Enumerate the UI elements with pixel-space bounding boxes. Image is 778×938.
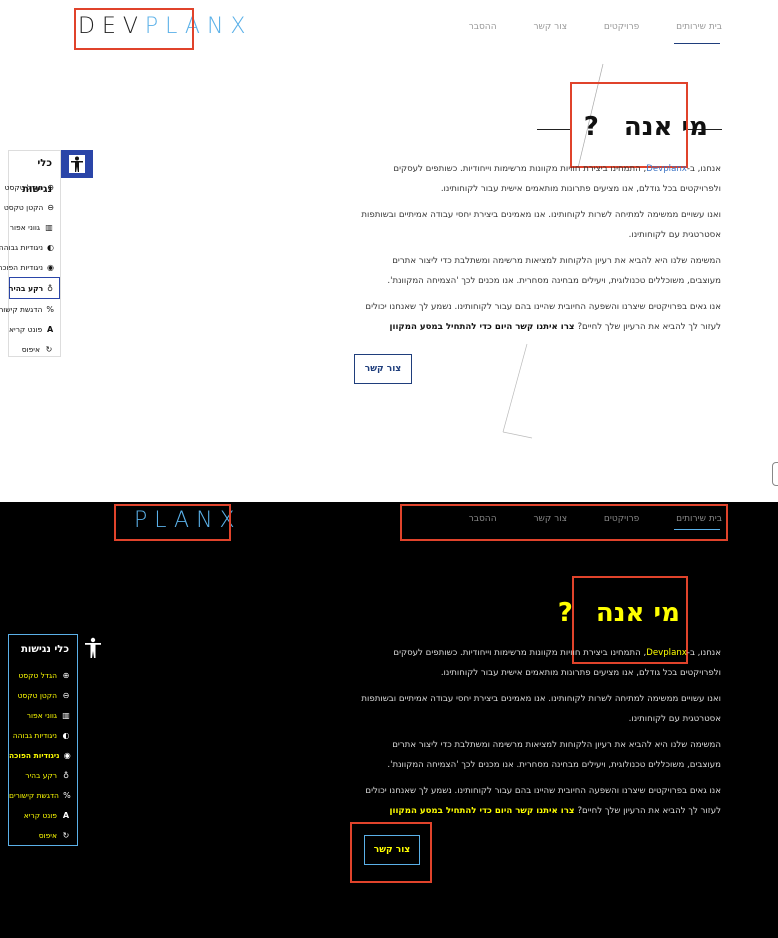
contrast-icon: ◐ <box>62 730 70 740</box>
a11y-light-background[interactable]: ♁ רקע בהיר <box>9 765 77 785</box>
about-paragraph-4: אנו גאים בפרויקטים שיצרנו והשפעה החיובית… <box>365 786 721 816</box>
a11y-grayscale[interactable]: ▥ גווני אפור <box>9 705 77 725</box>
bulb-icon: ♁ <box>63 770 69 780</box>
bulb-icon: ♁ <box>47 283 53 293</box>
scroll-to-top-button[interactable] <box>772 462 778 486</box>
annotation-box <box>350 822 432 883</box>
accessibility-icon <box>85 637 101 658</box>
link-icon: % <box>63 790 71 800</box>
about-paragraph-1: אנחנו, ב-Devplanx, התמחינו ביצירת חוויות… <box>393 164 721 194</box>
brand-link[interactable]: Devplanx <box>646 648 687 658</box>
reset-icon: ↻ <box>45 344 53 354</box>
a11y-highlight-links[interactable]: %הדגשת קישורים <box>9 785 77 805</box>
zoom-out-icon: ⊖ <box>47 202 54 212</box>
annotation-box <box>114 504 231 541</box>
zoom-in-icon: ⊕ <box>62 670 70 680</box>
a11y-decrease-text[interactable]: ⊖ הקטן טקסט <box>9 685 77 705</box>
a11y-reset[interactable]: ↻ איפוס <box>9 825 77 845</box>
about-paragraph-3: המשימה שלנו היא להביא את רעיון הלקוחות ל… <box>387 256 721 286</box>
grayscale-icon: ▥ <box>62 710 70 720</box>
a11y-high-contrast[interactable]: ◐ ניגודיות גבוהה <box>9 725 77 745</box>
accessibility-icon <box>69 155 85 173</box>
a11y-high-contrast[interactable]: ◐ ניגודיות גבוהה <box>0 237 60 257</box>
accessibility-panel: כלי נגישות ⊕ הגדל טקסט ⊖ הקטן טקסט ▥ גווני … <box>8 634 78 846</box>
a11y-readable-font[interactable]: A פונט קריא <box>9 319 60 339</box>
annotation-box <box>400 504 728 541</box>
link-icon: % <box>46 304 54 314</box>
a11y-negative-contrast[interactable]: ◉ ניגודיות הפוכה <box>0 257 60 277</box>
grayscale-icon: ▥ <box>45 222 53 232</box>
accessibility-panel: כלי נגישות ⊕ הגדל טקסט ⊖ הקטן טקסט ▥ גווני … <box>0 150 61 359</box>
brand-link[interactable]: Devplanx <box>646 164 687 174</box>
font-icon: A <box>47 324 54 334</box>
about-paragraph-3: המשימה שלנו היא להביא את רעיון הלקוחות ל… <box>387 740 721 770</box>
accessibility-title: כלי נגישות <box>21 644 69 655</box>
a11y-grayscale[interactable]: ▥ גווני אפור <box>9 217 60 237</box>
eye-icon: ◉ <box>63 750 71 760</box>
zoom-out-icon: ⊖ <box>62 690 70 700</box>
font-icon: A <box>62 810 70 820</box>
reset-icon: ↻ <box>62 830 70 840</box>
contrast-icon: ◐ <box>47 242 54 252</box>
accessibility-toggle-button[interactable] <box>80 634 106 662</box>
page-negative-contrast-theme: PLANX בית שירותים פרויקטים צור קשר ההסבר… <box>0 502 778 938</box>
about-paragraph-4: אנו גאים בפרויקטים שיצרנו והשפעה החיובית… <box>365 302 721 332</box>
eye-icon: ◉ <box>47 262 54 272</box>
a11y-increase-text[interactable]: ⊕ הגדל טקסט <box>9 665 77 685</box>
a11y-negative-contrast[interactable]: ◉ ניגודיות הפוכה <box>9 745 77 765</box>
annotation-box <box>570 82 688 168</box>
page-normal-theme: DEVPLANX בית שירותים פרויקטים צור קשר הה… <box>0 0 778 488</box>
a11y-light-background[interactable]: ♁ רקע בהיר <box>9 277 60 299</box>
zoom-in-icon: ⊕ <box>47 182 54 192</box>
accessibility-toggle-button[interactable] <box>61 150 93 178</box>
heading-rule-left <box>537 129 571 130</box>
a11y-highlight-links[interactable]: %הדגשת קישורים <box>0 299 60 319</box>
about-paragraph-2: ואנו עשויים ממשימה למתיחה לשרות לקוחותינ… <box>361 694 721 724</box>
accessibility-title: כלי נגישות <box>22 158 52 195</box>
contact-button[interactable]: צור קשר <box>354 354 412 384</box>
a11y-readable-font[interactable]: A פונט קריא <box>9 805 77 825</box>
a11y-reset[interactable]: ↻ איפוס <box>9 339 60 359</box>
about-paragraph-2: ואנו עשויים ממשימה למתיחה לשרות לקוחותינ… <box>361 210 721 240</box>
about-paragraph-1: אנחנו, ב-Devplanx, התמחינו ביצירת חוויות… <box>393 648 721 678</box>
